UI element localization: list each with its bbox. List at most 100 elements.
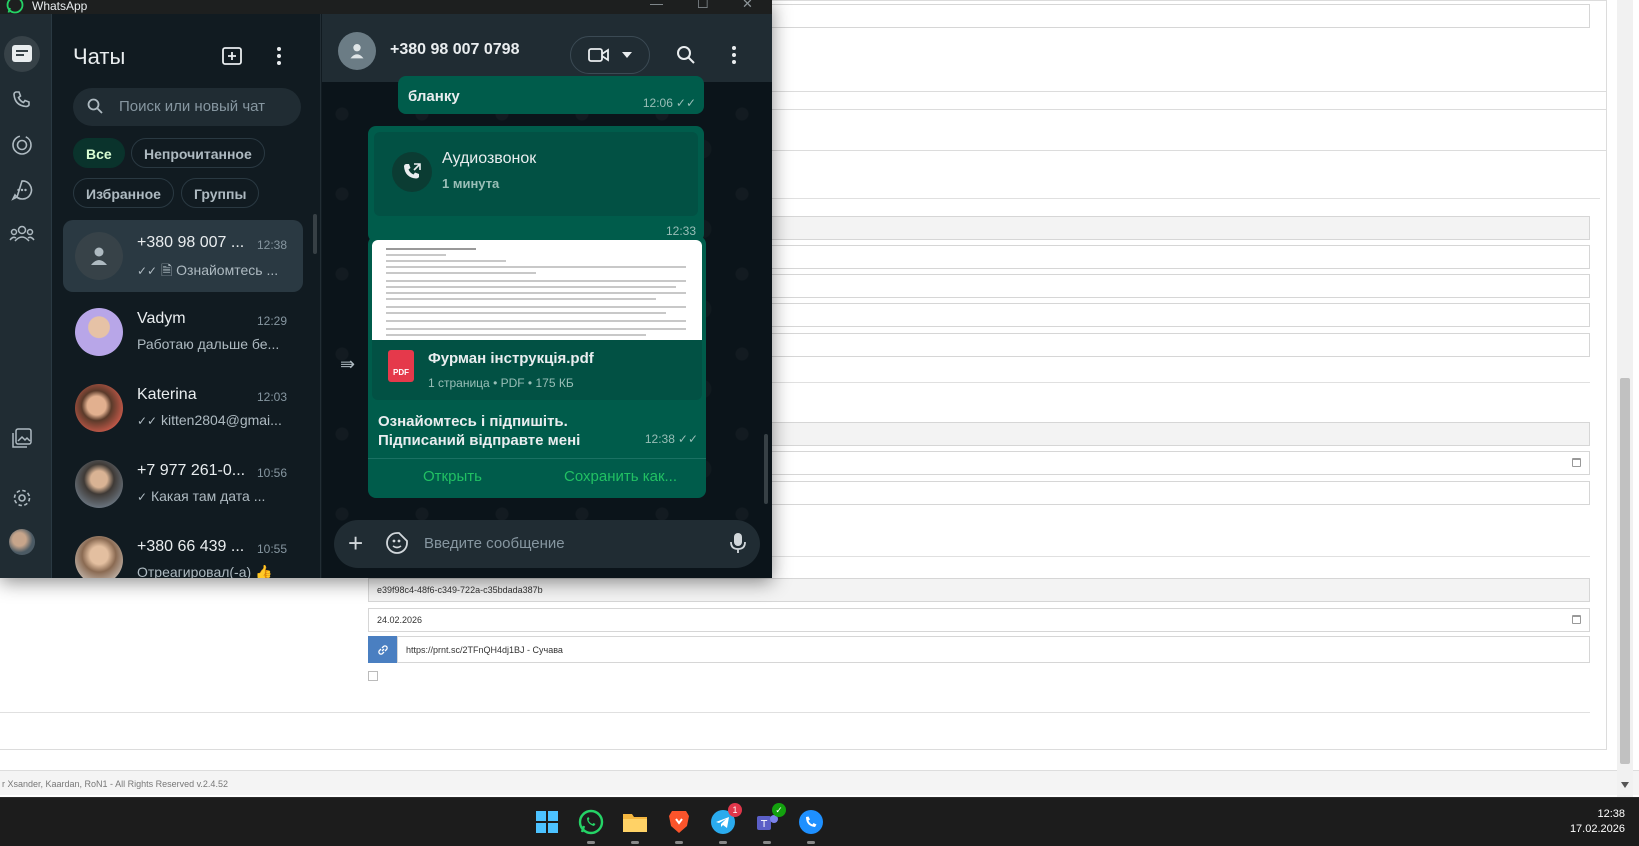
new-chat-button[interactable] — [218, 42, 246, 70]
status-icon — [12, 135, 32, 155]
document-icon: 🗎 — [161, 262, 173, 278]
whatsapp-icon — [578, 809, 604, 835]
chat-list-scrollbar[interactable] — [313, 214, 317, 254]
filter-chip-favorites[interactable]: Избранное — [73, 178, 174, 208]
calls-nav-button[interactable] — [4, 82, 40, 118]
taskbar: 1 T ✓ 12:38 17.02.2026 — [0, 797, 1639, 846]
chat-list-item[interactable]: +7 977 261-0... 10:56 ✓ Какая там дата .… — [63, 448, 303, 520]
system-clock[interactable]: 12:38 17.02.2026 — [1570, 807, 1625, 837]
telegram-unread-badge: 1 — [728, 803, 742, 817]
double-check-icon: ✓✓ — [137, 264, 158, 278]
contact-avatar — [75, 384, 123, 432]
call-card[interactable]: Аудиозвонок 1 минута — [374, 132, 698, 216]
channels-icon — [11, 180, 33, 201]
chat-list-menu-button[interactable] — [265, 42, 293, 70]
folder-icon — [623, 814, 647, 832]
sticker-icon[interactable] — [386, 532, 408, 554]
globe-phone-icon — [799, 810, 823, 834]
more-vertical-icon — [732, 46, 736, 64]
taskbar-telegram[interactable]: 1 — [707, 803, 742, 844]
profile-nav-button[interactable] — [4, 524, 40, 560]
taskbar-brave[interactable] — [663, 806, 695, 844]
communities-icon — [9, 225, 35, 242]
taskbar-phone-app[interactable] — [795, 806, 827, 844]
video-call-button[interactable] — [570, 36, 650, 74]
search-icon — [677, 46, 695, 64]
brave-icon — [669, 811, 689, 833]
message-composer: + Введите сообщение — [322, 514, 772, 578]
conversation-header[interactable]: +380 98 007 0798 — [322, 14, 772, 82]
document-message[interactable]: PDF Фурман інструкція.pdf 1 страница • P… — [368, 236, 706, 498]
search-icon — [87, 98, 103, 114]
message-input[interactable]: Введите сообщение — [424, 535, 565, 552]
windows-icon — [536, 811, 558, 833]
filter-chip-all[interactable]: Все — [73, 138, 125, 168]
whatsapp-window: WhatsApp — ☐ ✕ Чаты Поиск или новый чат … — [0, 0, 772, 578]
maximize-button[interactable]: ☐ — [697, 0, 709, 12]
minimize-button[interactable]: — — [650, 0, 663, 11]
pdf-thumbnail[interactable] — [372, 240, 702, 340]
status-nav-button[interactable] — [4, 127, 40, 163]
outgoing-message[interactable]: бланку 12:06 ✓✓ — [398, 76, 704, 114]
window-titlebar[interactable]: WhatsApp — ☐ ✕ — [0, 0, 772, 14]
outgoing-call-icon — [404, 163, 421, 179]
video-camera-icon — [588, 48, 609, 62]
conversation-panel: +380 98 007 0798 бланку 12:06 ✓✓ Аудиозв… — [322, 14, 772, 578]
contact-avatar — [75, 536, 123, 578]
chat-search-input[interactable]: Поиск или новый чат — [73, 88, 301, 126]
person-icon — [350, 44, 364, 59]
default-avatar — [75, 232, 123, 280]
attach-plus-icon[interactable]: + — [348, 530, 363, 556]
chat-list-item[interactable]: Katerina 12:03 ✓✓ kitten2804@gmai... — [63, 372, 303, 444]
contact-name: +380 98 007 0798 — [390, 41, 520, 58]
gear-icon — [13, 489, 31, 507]
chat-list-item[interactable]: +380 66 439 ... 10:55 Отреагировал(-а) 👍 — [63, 524, 303, 578]
chevron-down-icon — [622, 52, 632, 58]
taskbar-teams[interactable]: T ✓ — [751, 803, 786, 844]
taskbar-whatsapp[interactable] — [575, 806, 607, 844]
message-caption: Ознайомтесь і підпишіть. Підписаний відп… — [378, 413, 581, 449]
filter-chip-groups[interactable]: Группы — [181, 178, 260, 208]
channels-nav-button[interactable] — [4, 172, 40, 208]
open-document-button[interactable]: Открыть — [423, 468, 482, 485]
contact-avatar[interactable] — [338, 32, 376, 70]
conversation-menu-button[interactable] — [720, 41, 748, 69]
teams-status-badge: ✓ — [772, 803, 786, 817]
search-in-chat-button[interactable] — [672, 41, 700, 69]
person-icon — [91, 247, 107, 265]
chats-icon — [12, 45, 32, 62]
filter-chip-unread[interactable]: Непрочитанное — [131, 138, 265, 168]
close-button[interactable]: ✕ — [742, 0, 753, 12]
pdf-file-card[interactable]: PDF Фурман інструкція.pdf 1 страница • P… — [372, 340, 702, 400]
microphone-icon[interactable] — [730, 532, 746, 554]
chats-nav-button[interactable] — [4, 36, 40, 72]
new-chat-icon — [222, 47, 242, 65]
profile-avatar — [9, 529, 35, 555]
single-check-icon: ✓ — [137, 490, 148, 504]
contact-avatar — [75, 308, 123, 356]
call-log-message[interactable]: Аудиозвонок 1 минута 12:33 — [368, 126, 704, 242]
chat-list-item[interactable]: Vadym 12:29 Работаю дальше бе... — [63, 296, 303, 368]
chat-list-panel: Чаты Поиск или новый чат Все Непрочитанн… — [53, 14, 321, 578]
forward-icon[interactable]: ⇛ — [340, 354, 355, 375]
chat-list-title: Чаты — [73, 44, 126, 69]
save-as-button[interactable]: Сохранить как... — [564, 468, 677, 485]
taskbar-file-explorer[interactable] — [619, 806, 651, 844]
more-vertical-icon — [277, 47, 281, 65]
contact-avatar — [75, 460, 123, 508]
double-check-icon: ✓✓ — [677, 432, 698, 446]
page-footer: r Xsander, Kaardan, RoN1 - All Rights Re… — [0, 770, 1639, 795]
settings-nav-button[interactable] — [4, 480, 40, 516]
media-nav-button[interactable] — [4, 420, 40, 456]
start-button[interactable] — [531, 806, 563, 838]
page-scrollbar[interactable] — [1617, 0, 1633, 797]
double-check-icon: ✓✓ — [675, 96, 696, 110]
gallery-icon — [12, 428, 32, 448]
svg-text:T: T — [760, 819, 768, 830]
communities-nav-button[interactable] — [4, 216, 40, 252]
double-check-icon: ✓✓ — [137, 414, 158, 428]
pdf-file-icon: PDF — [388, 350, 414, 382]
chat-list-item[interactable]: +380 98 007 ... 12:38 ✓✓ 🗎 Ознайомтесь .… — [63, 220, 303, 292]
scroll-down-arrow[interactable] — [1621, 782, 1629, 788]
conversation-scrollbar[interactable] — [764, 94, 768, 508]
